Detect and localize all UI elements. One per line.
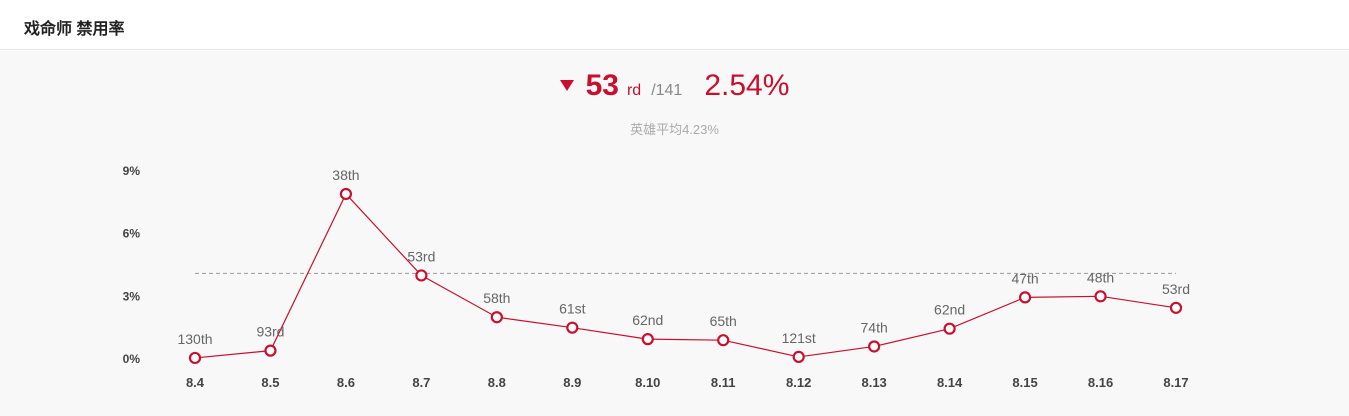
data-point [1169, 301, 1183, 314]
data-point [868, 340, 881, 353]
x-tick-label: 8.13 [861, 375, 886, 390]
x-tick-label: 8.6 [337, 375, 355, 390]
data-label: 65th [710, 313, 737, 329]
data-point [566, 321, 579, 334]
page-title: 戏命师 禁用率 [24, 21, 125, 38]
line-chart: 0% 3% 6% 9% 8.4 8.5 8.6 8.7 8.8 8.9 8.10 8.11 8.12 8.… [123, 164, 1190, 390]
data-point [717, 334, 730, 347]
x-tick-label: 8.11 [711, 375, 736, 390]
data-label: 130th [177, 331, 212, 347]
data-point [1094, 290, 1107, 303]
data-point [943, 322, 956, 335]
x-tick-label: 8.14 [937, 375, 963, 390]
x-tick-label: 8.15 [1012, 375, 1037, 390]
data-label: 53rd [1162, 281, 1190, 297]
data-point [641, 333, 654, 346]
y-tick-label: 3% [123, 289, 141, 303]
data-label: 93rd [256, 324, 284, 340]
x-tick-label: 8.9 [563, 375, 581, 390]
data-point [264, 344, 277, 357]
data-label: 38th [332, 167, 359, 183]
data-point [1018, 291, 1032, 304]
data-point [188, 351, 202, 365]
x-tick-label: 8.10 [635, 375, 660, 390]
data-label: 121st [782, 330, 816, 346]
data-point [339, 187, 353, 201]
x-tick-label: 8.17 [1163, 375, 1188, 390]
data-label: 48th [1087, 269, 1114, 285]
data-label: 61st [559, 301, 586, 317]
data-point [792, 350, 805, 364]
x-tick-label: 8.8 [488, 375, 506, 390]
y-tick-label: 0% [123, 352, 141, 366]
x-tick-label: 8.4 [186, 375, 205, 390]
data-label: 62nd [632, 312, 663, 328]
data-point [490, 311, 503, 324]
data-label: 74th [861, 319, 888, 335]
data-label: 58th [483, 290, 510, 306]
x-tick-label: 8.16 [1088, 375, 1113, 390]
y-tick-label: 9% [123, 164, 141, 178]
header: 戏命师 禁用率 [0, 0, 1349, 50]
x-tick-label: 8.5 [261, 375, 279, 390]
y-tick-label: 6% [123, 227, 141, 241]
data-label: 53rd [407, 248, 435, 264]
data-point [415, 269, 428, 282]
x-tick-label: 8.12 [786, 375, 811, 390]
chart-panel: 53 rd /141 2.54% 英雄平均4.23% 0% 3% 6% 9% 8.4 8.… [0, 51, 1349, 416]
data-label: 62nd [934, 302, 965, 318]
x-tick-label: 8.7 [412, 375, 430, 390]
data-label: 47th [1011, 270, 1038, 286]
